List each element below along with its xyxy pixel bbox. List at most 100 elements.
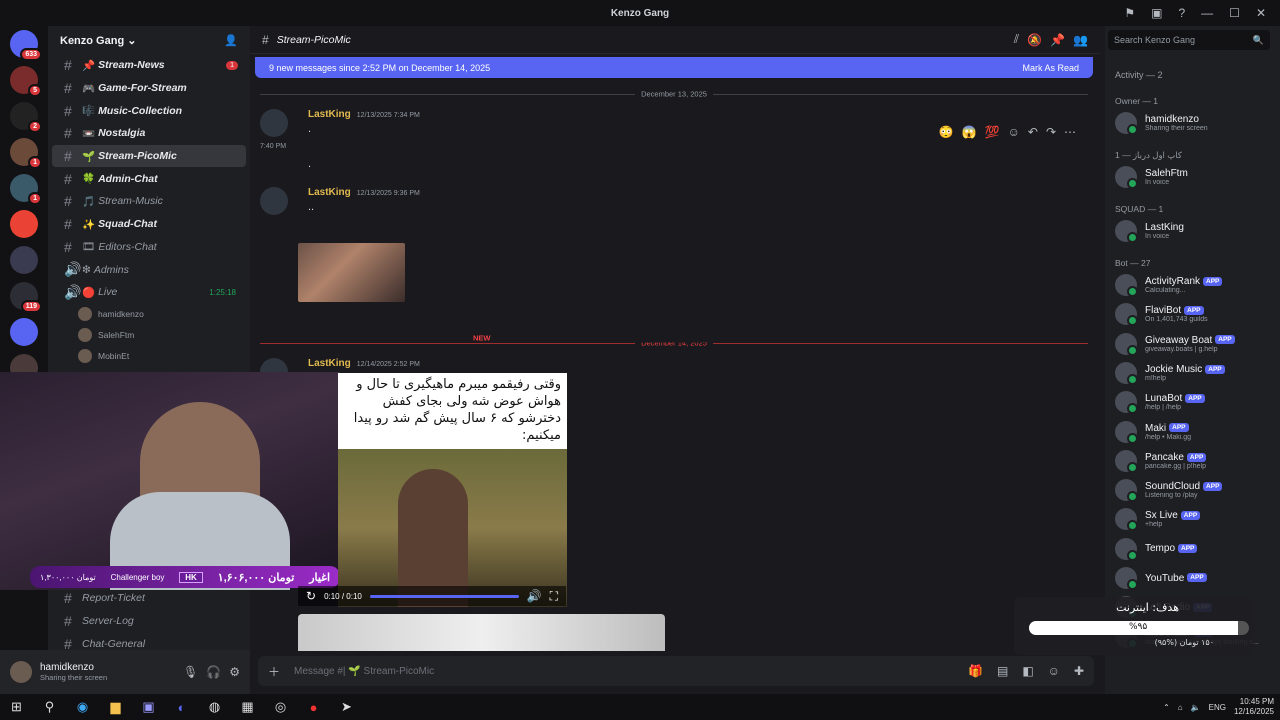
member-item[interactable]: Pancake APP pancake.gg | p!help — [1115, 448, 1275, 474]
member-item[interactable]: Sx Live APP +help — [1115, 506, 1275, 532]
channel-item[interactable]: # 🌱 Stream-PicoMic — [52, 144, 246, 168]
gift-icon[interactable]: 🎁 — [968, 664, 983, 678]
reaction-icon[interactable]: 😳 — [939, 125, 954, 139]
channel-item[interactable]: # 🎵 Stream-Music — [52, 190, 246, 213]
server-icon[interactable] — [10, 210, 38, 238]
reaction-icon[interactable]: 💯 — [985, 125, 1000, 139]
member-item[interactable]: Giveaway Boat APP giveaway.boats | g.help — [1115, 331, 1275, 357]
message-input[interactable]: Message #| 🌱 Stream-PicoMic — [294, 666, 954, 677]
voice-user[interactable]: hamidkenzo — [48, 304, 250, 325]
pin-icon[interactable]: 📌 — [1050, 33, 1065, 47]
image-attachment[interactable] — [298, 614, 665, 651]
headphones-icon[interactable]: 🎧 — [206, 665, 221, 679]
add-attachment-icon[interactable]: ＋ — [268, 663, 280, 680]
apps-icon[interactable]: ✚ — [1074, 664, 1084, 678]
member-item[interactable]: LastKing In voice — [1115, 218, 1275, 244]
fullscreen-icon[interactable]: ⛶ — [550, 589, 558, 604]
replay-icon[interactable]: ↻ — [306, 589, 316, 603]
new-messages-bar[interactable]: 9 new messages since 2:52 PM on December… — [255, 57, 1093, 78]
reply-icon[interactable]: ↶ — [1028, 125, 1038, 139]
reaction-icon[interactable]: 😱 — [962, 125, 977, 139]
voice-user[interactable]: MobinEt — [48, 346, 250, 367]
channel-item[interactable]: # Report-Ticket — [52, 587, 246, 610]
server-icon[interactable] — [10, 246, 38, 274]
gif-icon[interactable]: ▤ — [997, 664, 1008, 678]
stream-icon[interactable]: ▣ — [1151, 6, 1162, 20]
member-item[interactable]: FlaviBot APP On 1,401,743 guilds — [1115, 301, 1275, 327]
add-user-icon[interactable]: 👤 — [224, 34, 238, 47]
video-progress[interactable] — [369, 594, 519, 598]
inbox-icon[interactable]: ⚑ — [1124, 6, 1135, 20]
windows-start-icon[interactable]: ⊞ — [0, 694, 33, 720]
avatar[interactable] — [260, 187, 288, 215]
mute-icon[interactable]: 🔕 — [1027, 33, 1042, 47]
mark-as-read-button[interactable]: Mark As Read — [1022, 63, 1079, 73]
server-icon[interactable]: 119 — [10, 282, 42, 313]
server-icon[interactable]: 1 — [10, 138, 42, 169]
message-author[interactable]: LastKing — [308, 187, 351, 198]
member-item[interactable]: YouTube APP — [1115, 565, 1275, 591]
message-author[interactable]: LastKing — [308, 358, 351, 369]
member-item[interactable]: Maki APP/help • Maki.gg — [1115, 419, 1275, 445]
channel-item[interactable]: # 🎞 Editors-Chat — [52, 236, 246, 259]
premiere-icon[interactable]: ▣ — [132, 694, 165, 720]
help-icon[interactable]: ? — [1178, 6, 1185, 20]
voice-user[interactable]: SalehFtm — [48, 325, 250, 346]
emoji-icon[interactable]: ☺ — [1048, 664, 1060, 678]
member-item[interactable]: LunaBot APP/help | /help — [1115, 389, 1275, 415]
member-item[interactable]: Jockie Music APP m!help — [1115, 360, 1275, 386]
member-item[interactable]: Tempo APP — [1115, 536, 1275, 562]
steam-icon[interactable]: ◍ — [198, 694, 231, 720]
search-input[interactable]: Search Kenzo Gang 🔍 — [1108, 30, 1270, 50]
server-icon[interactable]: 5 — [10, 66, 42, 97]
image-attachment[interactable] — [298, 243, 405, 302]
channel-item[interactable]: # Server-Log — [52, 610, 246, 633]
channel-item[interactable]: 🔊 ❇ Admins — [52, 258, 246, 281]
app-icon[interactable]: ● — [297, 694, 330, 720]
channel-item[interactable]: # 📼 Nostalgia — [52, 122, 246, 145]
channel-item[interactable]: # ✨ Squad-Chat — [52, 213, 246, 236]
channel-item[interactable]: 🔊 🔴 Live 1:25:18 — [52, 281, 246, 304]
add-reaction-icon[interactable]: ☺ — [1008, 125, 1020, 139]
guild-header[interactable]: Kenzo Gang ⌄ 👤 — [48, 26, 250, 54]
member-item[interactable]: ActivityRank APP Calculating... — [1115, 272, 1275, 298]
tray-chevron-icon[interactable]: ⌃ — [1163, 703, 1170, 712]
maximize-button[interactable]: ☐ — [1229, 6, 1240, 20]
store-icon[interactable]: ▦ — [231, 694, 264, 720]
app-icon[interactable]: ➤ — [330, 694, 363, 720]
avatar[interactable] — [10, 661, 32, 683]
settings-icon[interactable]: ⚙ — [229, 665, 240, 679]
threads-icon[interactable]: ⫽ — [1014, 32, 1019, 47]
app-icon[interactable]: ◎ — [264, 694, 297, 720]
meme-video[interactable]: وقتی رفیقمو میبرم ماهیگیری تا حال و هواش… — [338, 373, 567, 607]
member-item[interactable]: hamidkenzo Sharing their screen — [1115, 110, 1275, 136]
mic-icon[interactable]: 🎙 — [183, 665, 198, 679]
file-explorer-icon[interactable]: ▆ — [99, 694, 132, 720]
search-icon[interactable]: ⚲ — [33, 694, 66, 720]
network-icon[interactable]: ⌂ — [1178, 703, 1183, 712]
channel-item[interactable]: # 📌 Stream-News 1 — [52, 54, 246, 77]
sticker-icon[interactable]: ◧ — [1022, 664, 1033, 678]
discord-icon[interactable]: ◐ — [165, 694, 198, 720]
server-icon[interactable]: 633 — [10, 30, 42, 61]
language-indicator[interactable]: ENG — [1209, 703, 1226, 712]
volume-icon[interactable]: 🔈 — [1191, 703, 1201, 712]
channel-item[interactable]: # 🍀 Admin-Chat — [52, 167, 246, 190]
message-author[interactable]: LastKing — [308, 109, 351, 120]
avatar[interactable] — [260, 109, 288, 137]
members-icon[interactable]: 👥 — [1073, 33, 1088, 47]
edge-icon[interactable]: ◉ — [66, 694, 99, 720]
server-icon[interactable] — [10, 318, 38, 346]
server-icon[interactable]: 1 — [10, 174, 42, 205]
minimize-button[interactable]: — — [1201, 6, 1213, 20]
close-button[interactable]: ✕ — [1256, 6, 1266, 20]
channel-item[interactable]: # 🎮 Game-For-Stream — [52, 77, 246, 100]
more-icon[interactable]: ⋯ — [1064, 125, 1076, 139]
member-item[interactable]: SalehFtm In voice — [1115, 164, 1275, 190]
server-icon[interactable]: 2 — [10, 102, 42, 133]
clock[interactable]: 10:45 PM 12/16/2025 — [1234, 697, 1274, 717]
channel-item[interactable]: # 🎼 Music-Collection — [52, 99, 246, 122]
volume-icon[interactable]: 🔊 — [527, 589, 542, 603]
member-item[interactable]: SoundCloud APP Listening to /play — [1115, 477, 1275, 503]
forward-icon[interactable]: ↷ — [1046, 125, 1056, 139]
